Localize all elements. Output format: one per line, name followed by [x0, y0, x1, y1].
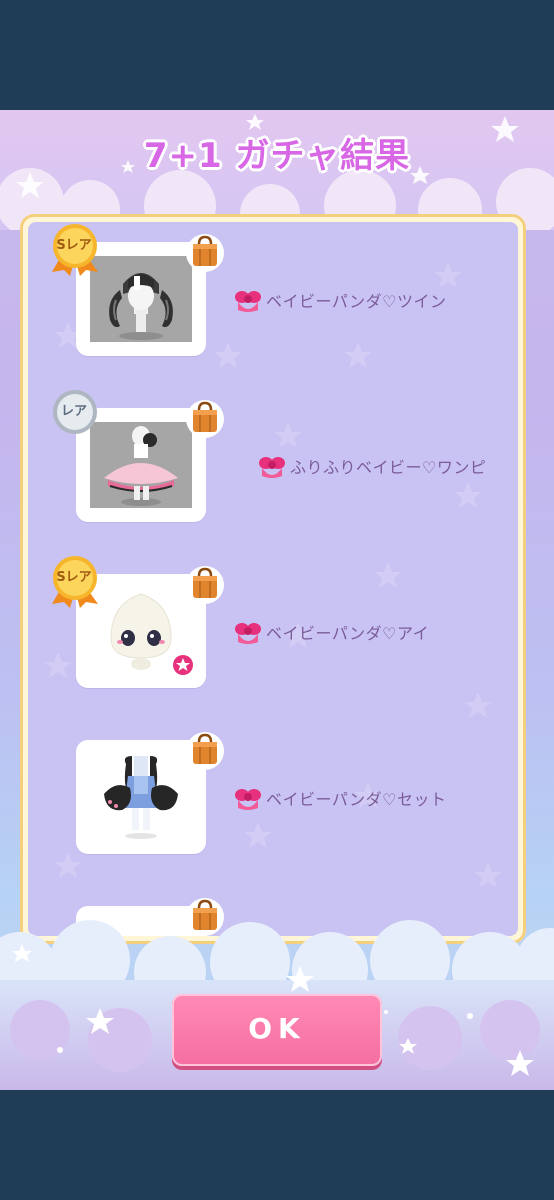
gacha-result-screen: 7+1 ガチャ結果 Sレア ベイビーパンダ♡ツイン レア ふりふりベイビー♡ワン…	[0, 110, 554, 1090]
rarity-badge: レア	[46, 388, 106, 442]
result-item[interactable]: Sレア ベイビーパンダ♡アイ	[28, 554, 518, 694]
shopping-bag-icon	[186, 400, 224, 438]
pink-bow-icon	[235, 623, 261, 644]
shopping-bag-icon	[186, 566, 224, 604]
rarity-label: レア	[60, 404, 87, 419]
shopping-bag-icon	[186, 234, 224, 272]
shopping-bag-icon	[186, 732, 224, 770]
ok-button-label: OK	[248, 1012, 306, 1045]
result-item[interactable]: ベイビーパンダ♡セット	[28, 720, 518, 860]
result-item[interactable]: レア ふりふりベイビー♡ワンピ	[28, 388, 518, 528]
results-panel: Sレア ベイビーパンダ♡ツイン レア ふりふりベイビー♡ワンピ Sレア ベイビー…	[20, 214, 526, 944]
pink-bow-icon	[235, 789, 261, 810]
rarity-label: Sレア	[56, 570, 92, 585]
dialog-title: 7+1 ガチャ結果	[143, 136, 411, 176]
results-list[interactable]: Sレア ベイビーパンダ♡ツイン レア ふりふりベイビー♡ワンピ Sレア ベイビー…	[28, 222, 518, 936]
item-name: ベイビーパンダ♡ツイン	[266, 292, 447, 311]
pink-bow-icon	[235, 291, 261, 312]
pink-bow-icon	[259, 457, 285, 478]
star-sticker-icon	[173, 655, 193, 675]
rarity-label: Sレア	[56, 238, 92, 253]
item-name: ベイビーパンダ♡セット	[266, 790, 447, 809]
home-indicator-area	[0, 1090, 554, 1200]
item-thumbnail-set	[90, 754, 192, 840]
rarity-badge: Sレア	[46, 554, 106, 608]
item-name: ベイビーパンダ♡アイ	[266, 624, 430, 643]
status-bar-area	[0, 0, 554, 110]
result-item[interactable]: Sレア ベイビーパンダ♡ツイン	[28, 222, 518, 362]
item-name: ふりふりベイビー♡ワンピ	[290, 458, 487, 477]
rarity-badge: Sレア	[46, 222, 106, 276]
ok-button[interactable]: OK	[172, 994, 382, 1066]
